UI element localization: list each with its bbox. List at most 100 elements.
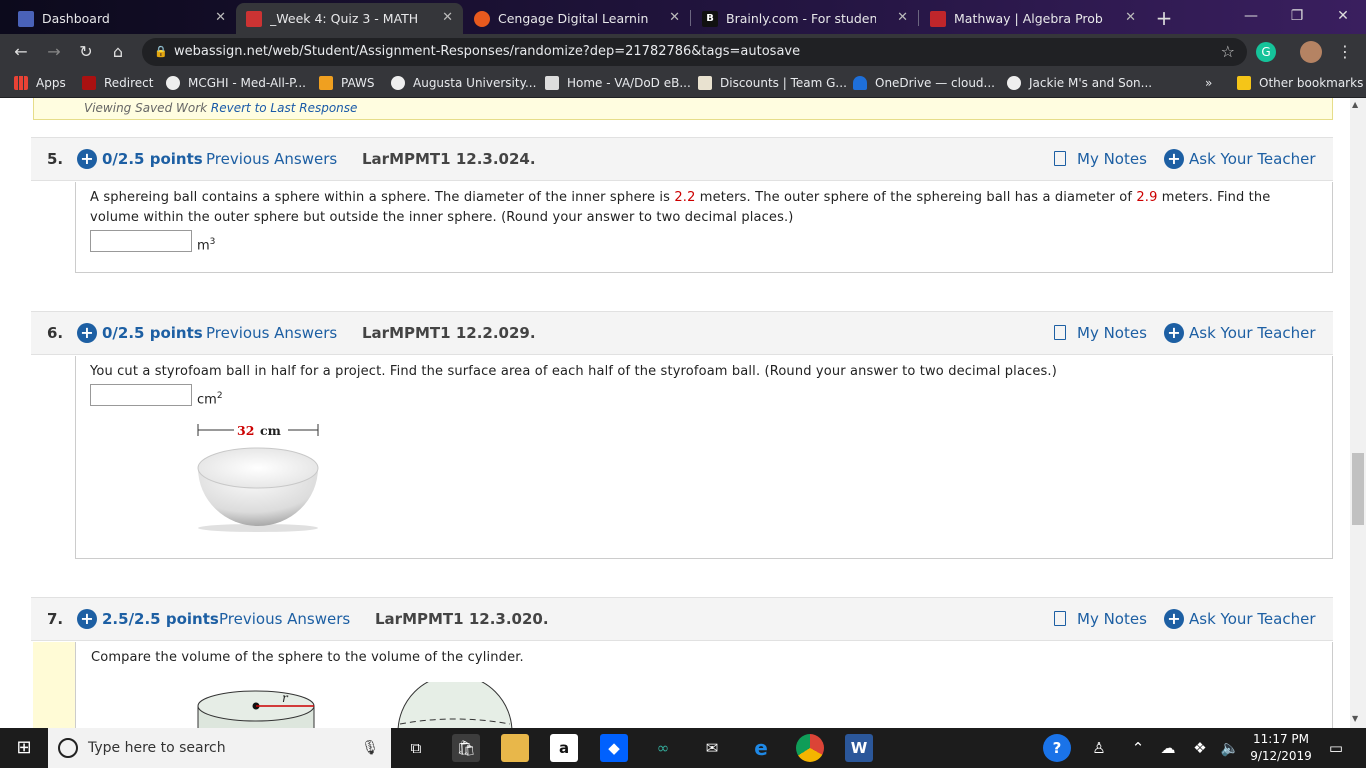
unit-label-6: cm2 — [197, 391, 223, 408]
close-tab-icon[interactable]: ✕ — [669, 10, 680, 25]
forward-arrow-icon[interactable]: → — [43, 42, 65, 61]
bookmark-star-icon[interactable]: ☆ — [1221, 38, 1235, 66]
people-icon[interactable]: ♙ — [1085, 734, 1113, 762]
ask-teacher-plus-icon[interactable]: + — [1164, 609, 1184, 629]
tab-mathway[interactable]: Mathway | Algebra Problem Sc ✕ — [920, 3, 1146, 34]
ask-your-teacher-link[interactable]: Ask Your Teacher — [1189, 324, 1316, 342]
window-close-icon[interactable]: ✕ — [1320, 4, 1366, 28]
my-notes-link[interactable]: My Notes — [1077, 610, 1147, 628]
question-7-correct-marker — [33, 642, 75, 728]
dropbox-tray-icon[interactable]: ❖ — [1186, 734, 1214, 762]
volume-icon[interactable]: 🔈 — [1216, 734, 1244, 762]
expand-plus-icon[interactable]: + — [77, 149, 97, 169]
previous-answers-link[interactable]: Previous Answers — [206, 150, 337, 168]
answer-input-5[interactable] — [90, 230, 192, 252]
revert-link[interactable]: Revert to Last Response — [211, 101, 358, 115]
dashboard-favicon-icon — [18, 10, 34, 27]
bookmark-augusta[interactable]: Augusta University... — [391, 76, 536, 90]
bookmark-redirect[interactable]: Redirect — [82, 76, 154, 90]
bookmark-va-dod[interactable]: Home - VA/DoD eB... — [545, 76, 691, 90]
inner-diameter-value: 2.2 — [674, 190, 696, 205]
ask-teacher-plus-icon[interactable]: + — [1164, 323, 1184, 343]
chrome-icon[interactable] — [796, 734, 824, 762]
apps-grid-icon — [14, 76, 28, 90]
cortana-circle-icon — [58, 738, 78, 758]
bookmark-other[interactable]: Other bookmarks — [1237, 76, 1363, 90]
bookmark-mcghi[interactable]: MCGHI - Med-All-P... — [166, 76, 306, 90]
task-view-icon[interactable]: ⧉ — [402, 734, 430, 762]
close-tab-icon[interactable]: ✕ — [1125, 10, 1136, 25]
globe-icon — [166, 76, 180, 90]
menu-dots-icon[interactable]: ⋮ — [1334, 42, 1356, 61]
bookmark-discounts[interactable]: Discounts | Team G... — [698, 76, 847, 90]
previous-answers-link[interactable]: Previous Answers — [219, 610, 350, 628]
ask-teacher-plus-icon[interactable]: + — [1164, 149, 1184, 169]
bookmark-onedrive[interactable]: OneDrive — cloud... — [853, 76, 995, 90]
my-notes-link[interactable]: My Notes — [1077, 150, 1147, 168]
infinity-app-icon[interactable]: ∞ — [649, 734, 677, 762]
tab-cengage[interactable]: Cengage Digital Learning ✕ — [464, 3, 690, 34]
my-notes-link[interactable]: My Notes — [1077, 324, 1147, 342]
edge-icon[interactable]: e — [747, 734, 775, 762]
sphere-cylinder-figure: r — [197, 682, 513, 728]
question-code: LarMPMT1 12.2.029. — [362, 324, 536, 342]
diameter-unit: cm — [260, 423, 281, 438]
bookmarks-overflow-button[interactable]: » — [1205, 76, 1212, 90]
file-explorer-icon[interactable] — [501, 734, 529, 762]
dropbox-icon[interactable]: ◆ — [600, 734, 628, 762]
notification-center-icon[interactable]: ▭ — [1322, 734, 1350, 762]
ask-your-teacher-link[interactable]: Ask Your Teacher — [1189, 150, 1316, 168]
mail-icon[interactable]: ✉ — [698, 734, 726, 762]
profile-avatar[interactable] — [1300, 41, 1322, 63]
reload-icon[interactable]: ↻ — [75, 42, 97, 61]
expand-plus-icon[interactable]: + — [77, 323, 97, 343]
question-6-text: You cut a styrofoam ball in half for a p… — [90, 364, 1057, 379]
grammarly-extension-icon[interactable]: G — [1256, 42, 1276, 62]
close-tab-icon[interactable]: ✕ — [897, 10, 908, 25]
minimize-icon[interactable]: — — [1228, 4, 1274, 28]
expand-plus-icon[interactable]: + — [77, 609, 97, 629]
address-bar[interactable]: 🔒 webassign.net/web/Student/Assignment-R… — [142, 38, 1247, 66]
system-clock[interactable]: 11:17 PM 9/12/2019 — [1248, 731, 1314, 765]
notes-icon — [1054, 325, 1066, 340]
taskbar-search-box[interactable]: Type here to search 🎙 — [48, 728, 391, 768]
tab-quiz[interactable]: _Week 4: Quiz 3 - MATH 217, ✕ — [236, 3, 463, 34]
webassign-page: Viewing Saved Work Revert to Last Respon… — [0, 98, 1350, 728]
browser-tab-strip: Dashboard ✕ _Week 4: Quiz 3 - MATH 217, … — [0, 0, 1366, 34]
bookmark-apps[interactable]: Apps — [14, 76, 66, 90]
scroll-down-arrow-icon[interactable]: ▼ — [1352, 714, 1358, 723]
tab-dashboard[interactable]: Dashboard ✕ — [8, 3, 236, 34]
bookmark-paws[interactable]: PAWS — [319, 76, 375, 90]
notes-icon — [1054, 151, 1066, 166]
close-tab-icon[interactable]: ✕ — [442, 10, 453, 25]
microphone-icon[interactable]: 🎙 — [361, 728, 379, 768]
question-5-header: 5. + 0/2.5 points Previous Answers LarMP… — [31, 137, 1333, 181]
bookmark-jackie[interactable]: Jackie M's and Son... — [1007, 76, 1152, 90]
folder-icon — [1237, 76, 1251, 90]
ask-your-teacher-link[interactable]: Ask Your Teacher — [1189, 610, 1316, 628]
help-icon[interactable]: ? — [1043, 734, 1071, 762]
question-7-text: Compare the volume of the sphere to the … — [91, 650, 524, 665]
back-arrow-icon[interactable]: ← — [10, 42, 32, 61]
word-icon[interactable]: W — [845, 734, 873, 762]
amazon-icon[interactable]: a — [550, 734, 578, 762]
bookmarks-bar: Apps Redirect MCGHI - Med-All-P... PAWS … — [0, 70, 1366, 98]
home-icon[interactable]: ⌂ — [107, 42, 129, 61]
tab-brainly[interactable]: B Brainly.com - For students. By ✕ — [692, 3, 918, 34]
previous-answers-link[interactable]: Previous Answers — [206, 324, 337, 342]
page-scrollbar[interactable] — [1350, 98, 1366, 728]
notes-icon — [1054, 611, 1066, 626]
windows-start-icon[interactable]: ⊞ — [10, 734, 38, 762]
microsoft-store-icon[interactable]: 🛍 — [452, 734, 480, 762]
onedrive-sync-icon[interactable]: ☁ — [1154, 734, 1182, 762]
restore-icon[interactable]: ❐ — [1274, 4, 1320, 28]
close-tab-icon[interactable]: ✕ — [215, 10, 226, 25]
globe-icon — [1007, 76, 1021, 90]
scrollbar-thumb[interactable] — [1352, 453, 1364, 525]
scroll-up-arrow-icon[interactable]: ▲ — [1352, 100, 1358, 109]
new-tab-button[interactable]: + — [1153, 6, 1175, 30]
answer-input-6[interactable] — [90, 384, 192, 406]
question-5-text: A sphereing ball contains a sphere withi… — [90, 190, 1271, 225]
show-hidden-icons[interactable]: ⌃ — [1124, 734, 1152, 762]
cengage-favicon-icon — [474, 10, 490, 27]
